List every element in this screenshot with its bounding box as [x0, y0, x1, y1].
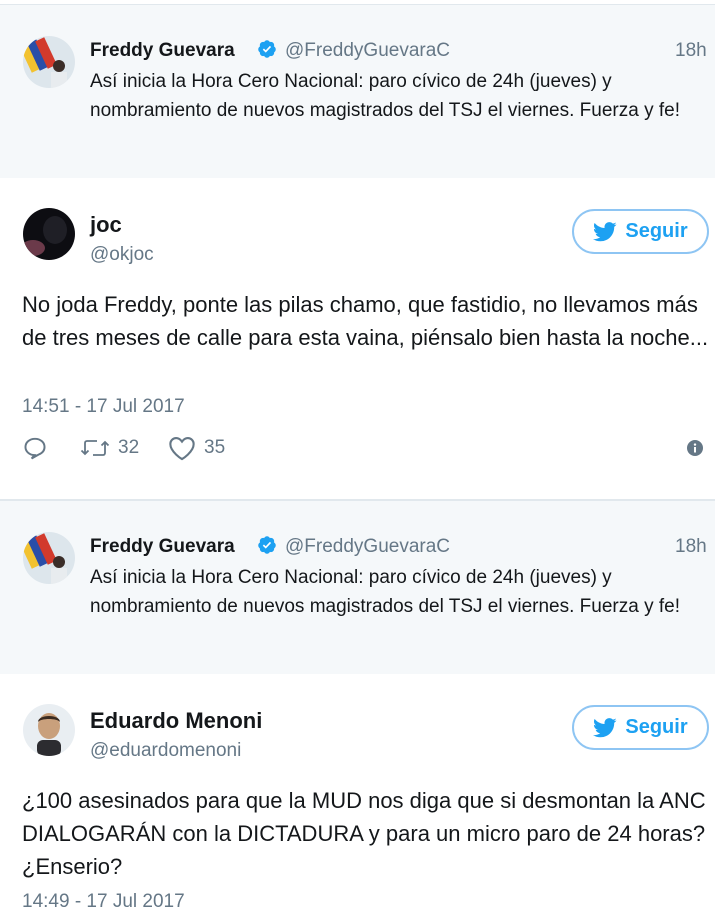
quoted-tweet-text: Así inicia la Hora Cero Nacional: paro c… [90, 567, 680, 617]
verified-badge-icon [258, 536, 276, 554]
author-name[interactable]: Freddy Guevara [90, 40, 235, 62]
quoted-tweet-1[interactable]: Freddy Guevara @FreddyGuevaraC 18h Así i… [0, 4, 715, 178]
avatar[interactable] [23, 36, 75, 88]
tweet-text: No joda Freddy, ponte las pilas chamo, q… [22, 292, 709, 350]
author-name[interactable]: joc [90, 212, 122, 238]
tweet-datetime[interactable]: 14:51 - 17 Jul 2017 [22, 396, 185, 418]
retweet-action[interactable]: 32 [80, 435, 139, 461]
avatar[interactable] [23, 532, 75, 584]
follow-button[interactable]: Seguir [572, 209, 709, 254]
reply-icon [24, 437, 46, 460]
twitter-bird-icon [593, 221, 617, 241]
tweet-text: ¿100 asesinados para que la MUD nos diga… [22, 788, 706, 879]
tweet-datetime[interactable]: 14:49 - 17 Jul 2017 [22, 891, 185, 913]
like-action[interactable]: 35 [168, 435, 225, 461]
author-handle[interactable]: @eduardomenoni [90, 740, 241, 762]
follow-label: Seguir [625, 716, 688, 738]
author-handle[interactable]: @FreddyGuevaraC [285, 536, 450, 558]
reply-action[interactable] [22, 435, 48, 461]
verified-badge-icon [258, 40, 276, 58]
separator [0, 478, 715, 500]
quoted-tweet-2[interactable]: Freddy Guevara @FreddyGuevaraC 18h Así i… [0, 500, 715, 674]
follow-label: Seguir [625, 220, 688, 242]
tweet-1: joc @okjoc Seguir No joda Freddy, ponte … [0, 178, 715, 478]
retweet-count: 32 [118, 437, 140, 458]
heart-icon [169, 437, 195, 461]
tweet-time[interactable]: 18h [675, 40, 707, 62]
quoted-tweet-text: Así inicia la Hora Cero Nacional: paro c… [90, 71, 680, 121]
twitter-bird-icon [593, 717, 617, 737]
tweet-2: Eduardo Menoni @eduardomenoni Seguir ¿10… [0, 674, 715, 913]
author-handle[interactable]: @FreddyGuevaraC [285, 40, 450, 62]
retweet-icon [80, 440, 110, 456]
author-name[interactable]: Eduardo Menoni [90, 708, 262, 734]
like-count: 35 [204, 437, 226, 458]
follow-button[interactable]: Seguir [572, 705, 709, 750]
avatar[interactable] [23, 704, 75, 756]
author-handle[interactable]: @okjoc [90, 244, 154, 266]
author-name[interactable]: Freddy Guevara [90, 536, 235, 558]
info-icon[interactable] [687, 440, 703, 456]
avatar[interactable] [23, 208, 75, 260]
tweet-time[interactable]: 18h [675, 536, 707, 558]
